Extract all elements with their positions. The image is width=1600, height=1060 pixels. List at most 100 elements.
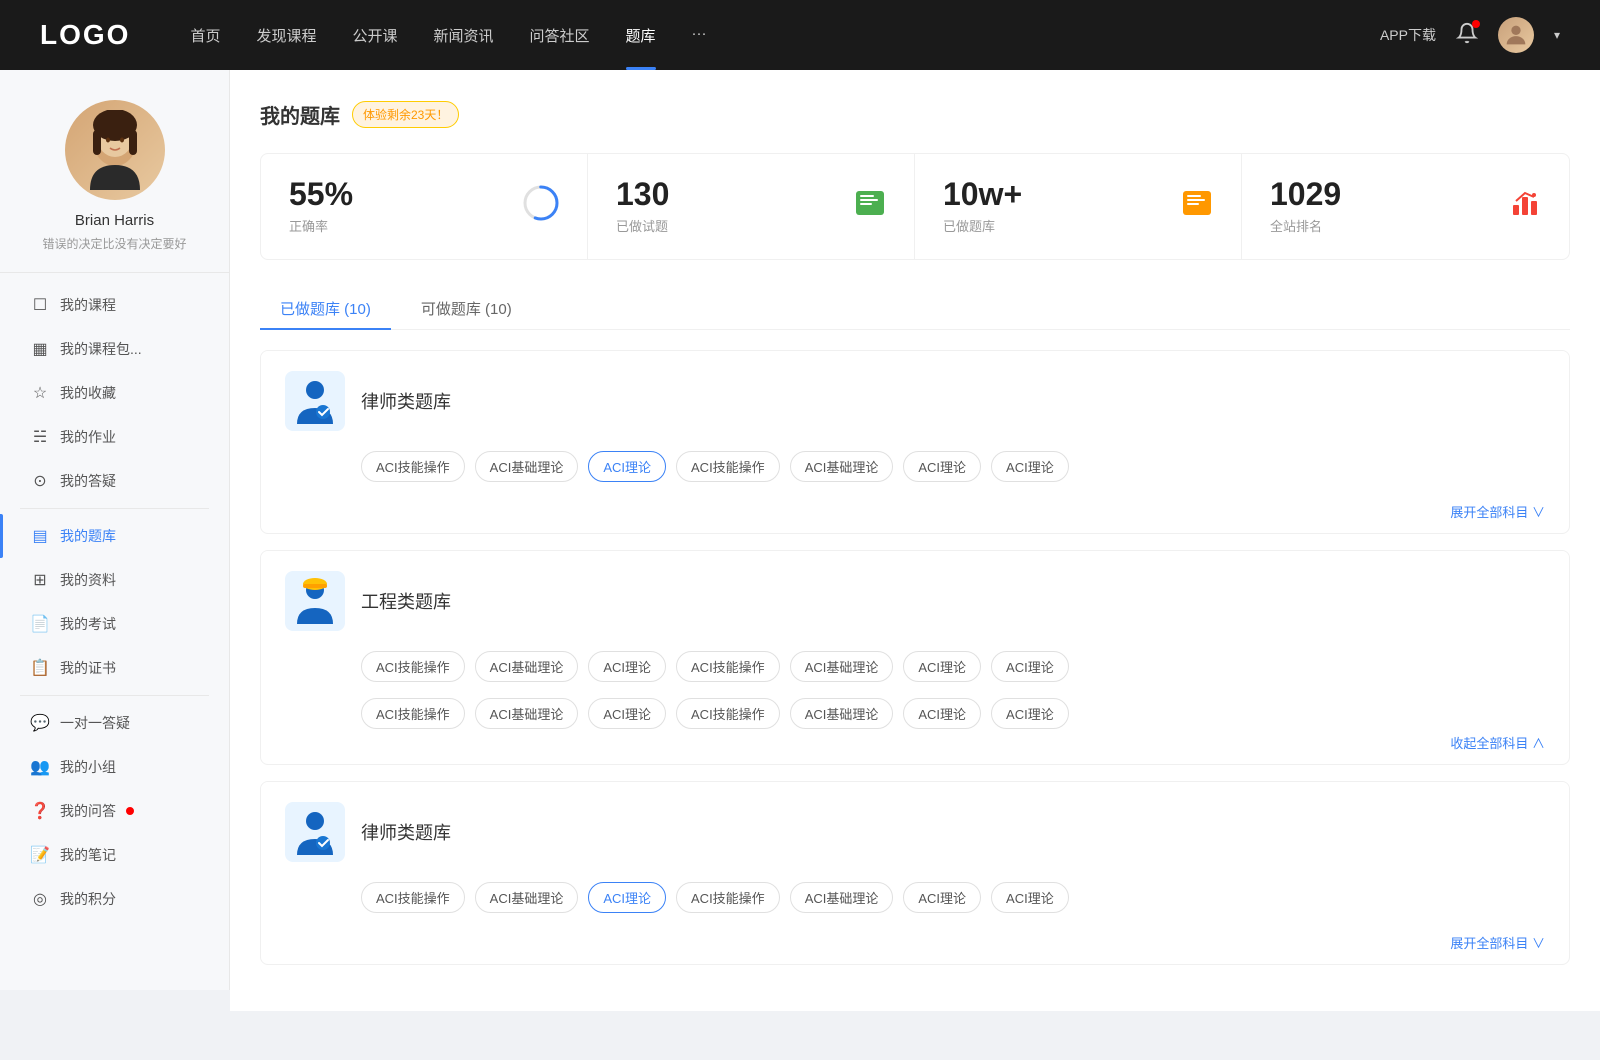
points-icon: ◎ [30, 889, 50, 909]
stat-label-correct: 正确率 [289, 216, 353, 235]
tag-l2-6[interactable]: ACI理论 [991, 882, 1069, 913]
rank-icon [1509, 187, 1541, 226]
people-icon: ⊞ [30, 570, 50, 590]
app-download-button[interactable]: APP下载 [1380, 25, 1436, 45]
bank-section-lawyer-2: 律师类题库 ACI技能操作 ACI基础理论 ACI理论 ACI技能操作 ACI基… [260, 781, 1570, 965]
bank-tags-lawyer-1: ACI技能操作 ACI基础理论 ACI理论 ACI技能操作 ACI基础理论 AC… [261, 451, 1569, 498]
tag-l1-4[interactable]: ACI基础理论 [790, 451, 894, 482]
sidebar-item-one-on-one[interactable]: 💬 一对一答疑 [0, 701, 229, 745]
chat-icon: 💬 [30, 713, 50, 733]
sidebar-item-certificate[interactable]: 📋 我的证书 [0, 646, 229, 690]
navbar-right: APP下载 ▾ [1380, 17, 1560, 53]
tag-l2-4[interactable]: ACI基础理论 [790, 882, 894, 913]
bank-tags-engineer-row2: ACI技能操作 ACI基础理论 ACI理论 ACI技能操作 ACI基础理论 AC… [261, 698, 1569, 729]
stat-rank: 1029 全站排名 [1242, 154, 1569, 259]
questions-done-icon [854, 187, 886, 226]
tag-e-7[interactable]: ACI技能操作 [361, 698, 465, 729]
sidebar-item-group[interactable]: 👥 我的小组 [0, 745, 229, 789]
bank-title-lawyer-2: 律师类题库 [361, 819, 451, 845]
tag-e-0[interactable]: ACI技能操作 [361, 651, 465, 682]
tag-e-4[interactable]: ACI基础理论 [790, 651, 894, 682]
tag-e-1[interactable]: ACI基础理论 [475, 651, 579, 682]
main-container: Brian Harris 错误的决定比没有决定要好 ☐ 我的课程 ▦ 我的课程包… [0, 70, 1600, 1011]
tag-e-3[interactable]: ACI技能操作 [676, 651, 780, 682]
nav-item-open-courses[interactable]: 公开课 [352, 25, 397, 46]
sidebar-item-course-packages[interactable]: ▦ 我的课程包... [0, 327, 229, 371]
tag-l2-3[interactable]: ACI技能操作 [676, 882, 780, 913]
sidebar-item-my-courses[interactable]: ☐ 我的课程 [0, 283, 229, 327]
stat-correct-rate: 55% 正确率 [261, 154, 588, 259]
sidebar-item-exam[interactable]: 📄 我的考试 [0, 602, 229, 646]
tag-e-12[interactable]: ACI理论 [903, 698, 981, 729]
tag-e-5[interactable]: ACI理论 [903, 651, 981, 682]
tab-done[interactable]: 已做题库 (10) [260, 288, 391, 329]
my-qa-icon: ❓ [30, 801, 50, 821]
tag-l1-3[interactable]: ACI技能操作 [676, 451, 780, 482]
exam-icon: 📄 [30, 614, 50, 634]
user-menu-chevron[interactable]: ▾ [1554, 28, 1560, 42]
tag-l2-5[interactable]: ACI理论 [903, 882, 981, 913]
tabs-row: 已做题库 (10) 可做题库 (10) [260, 288, 1570, 330]
sidebar-menu: ☐ 我的课程 ▦ 我的课程包... ☆ 我的收藏 ☵ 我的作业 ⊙ 我的答疑 ▤ [0, 283, 229, 921]
sidebar-item-homework[interactable]: ☵ 我的作业 [0, 415, 229, 459]
bank-header-engineer: 工程类题库 [261, 551, 1569, 651]
certificate-icon: 📋 [30, 658, 50, 678]
tag-l2-1[interactable]: ACI基础理论 [475, 882, 579, 913]
nav-item-more[interactable]: ··· [692, 25, 707, 46]
nav-item-courses[interactable]: 发现课程 [256, 25, 316, 46]
bank-header-lawyer-1: 律师类题库 [261, 351, 1569, 451]
sidebar-item-points[interactable]: ◎ 我的积分 [0, 877, 229, 921]
tag-e-13[interactable]: ACI理论 [991, 698, 1069, 729]
nav-item-qa[interactable]: 问答社区 [530, 25, 590, 46]
nav-item-bank[interactable]: 题库 [626, 25, 656, 46]
bank-section-lawyer-1: 律师类题库 ACI技能操作 ACI基础理论 ACI理论 ACI技能操作 ACI基… [260, 350, 1570, 534]
tag-l2-0[interactable]: ACI技能操作 [361, 882, 465, 913]
star-icon: ☆ [30, 383, 50, 403]
bank-expand-lawyer-1[interactable]: 展开全部科目 ∨ [261, 498, 1569, 533]
nav-item-news[interactable]: 新闻资讯 [434, 25, 494, 46]
stats-row: 55% 正确率 130 已做试题 [260, 153, 1570, 260]
stat-label-bank: 已做题库 [943, 216, 1022, 235]
tag-e-9[interactable]: ACI理论 [588, 698, 666, 729]
tag-l1-5[interactable]: ACI理论 [903, 451, 981, 482]
notes-icon: 📝 [30, 845, 50, 865]
bank-title-lawyer-1: 律师类题库 [361, 388, 451, 414]
navbar: LOGO 首页 发现课程 公开课 新闻资讯 问答社区 题库 ··· APP下载 … [0, 0, 1600, 70]
tag-e-10[interactable]: ACI技能操作 [676, 698, 780, 729]
tab-available[interactable]: 可做题库 (10) [401, 288, 532, 329]
tag-l1-1[interactable]: ACI基础理论 [475, 451, 579, 482]
tag-l2-2[interactable]: ACI理论 [588, 882, 666, 913]
tag-l1-2[interactable]: ACI理论 [588, 451, 666, 482]
logo[interactable]: LOGO [40, 19, 130, 51]
sidebar-item-my-qa[interactable]: ❓ 我的问答 [0, 789, 229, 833]
notification-bell[interactable] [1456, 22, 1478, 49]
stat-value-rank: 1029 [1270, 178, 1341, 210]
sidebar-item-bank[interactable]: ▤ 我的题库 [0, 514, 229, 558]
tag-e-2[interactable]: ACI理论 [588, 651, 666, 682]
sidebar-profile: Brian Harris 错误的决定比没有决定要好 [0, 100, 229, 273]
avatar[interactable] [1498, 17, 1534, 53]
tag-e-8[interactable]: ACI基础理论 [475, 698, 579, 729]
bank-done-icon [1181, 187, 1213, 226]
tag-e-6[interactable]: ACI理论 [991, 651, 1069, 682]
sidebar-item-notes[interactable]: 📝 我的笔记 [0, 833, 229, 877]
sidebar-divider-2 [20, 695, 209, 696]
tag-e-11[interactable]: ACI基础理论 [790, 698, 894, 729]
nav-item-home[interactable]: 首页 [190, 25, 220, 46]
bank-expand-lawyer-2[interactable]: 展开全部科目 ∨ [261, 929, 1569, 964]
stat-label-questions: 已做试题 [616, 216, 669, 235]
correct-rate-icon [523, 185, 559, 228]
tag-l1-6[interactable]: ACI理论 [991, 451, 1069, 482]
sidebar: Brian Harris 错误的决定比没有决定要好 ☐ 我的课程 ▦ 我的课程包… [0, 70, 230, 990]
sidebar-motto: 错误的决定比没有决定要好 [22, 235, 206, 252]
sidebar-item-materials[interactable]: ⊞ 我的资料 [0, 558, 229, 602]
sidebar-item-qa[interactable]: ⊙ 我的答疑 [0, 459, 229, 503]
sidebar-item-favorites[interactable]: ☆ 我的收藏 [0, 371, 229, 415]
tag-l1-0[interactable]: ACI技能操作 [361, 451, 465, 482]
bank-icon: ▤ [30, 526, 50, 546]
nav-menu: 首页 发现课程 公开课 新闻资讯 问答社区 题库 ··· [190, 25, 1380, 46]
clipboard-icon: ☵ [30, 427, 50, 447]
bank-tags-engineer-row1: ACI技能操作 ACI基础理论 ACI理论 ACI技能操作 ACI基础理论 AC… [261, 651, 1569, 698]
bank-collapse-engineer[interactable]: 收起全部科目 ∧ [261, 729, 1569, 764]
bank-icon-lawyer-2 [285, 802, 345, 862]
